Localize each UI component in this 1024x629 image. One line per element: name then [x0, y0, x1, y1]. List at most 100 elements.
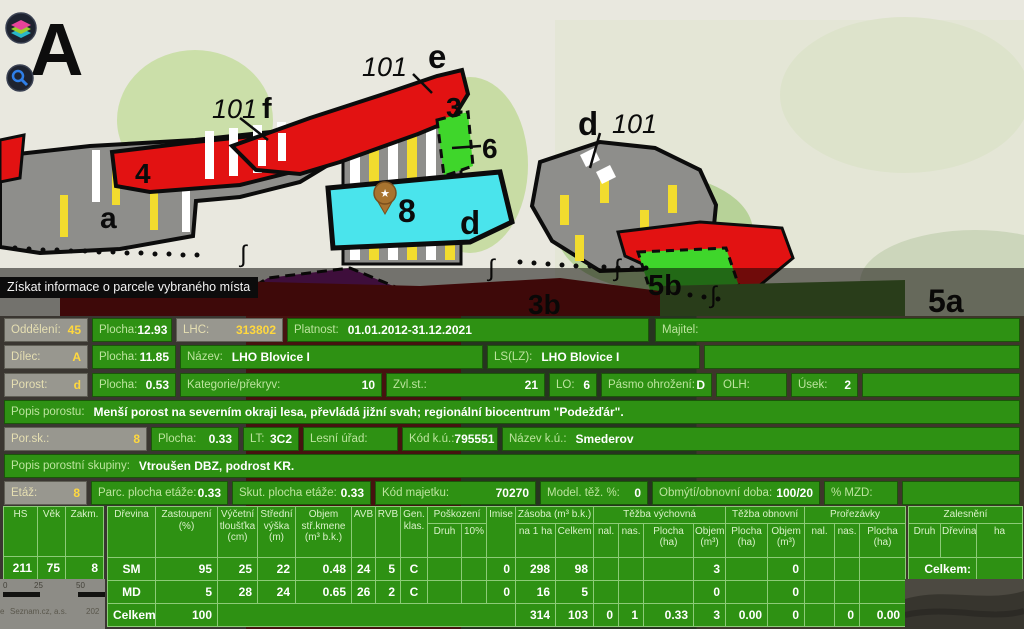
- cell: [594, 557, 619, 580]
- cell: MD: [108, 580, 156, 603]
- header-plocha-ha: Plocha (ha): [644, 523, 694, 557]
- cell: 0: [768, 603, 805, 626]
- cell: [644, 580, 694, 603]
- field-popis-porostu: Popis porostu:Menší porost na severním o…: [4, 400, 1020, 424]
- attribution-year: 202: [86, 607, 99, 616]
- cell: 0.00: [726, 603, 768, 626]
- field-value: 100/20: [776, 486, 813, 500]
- field-value: 3C2: [270, 432, 292, 446]
- header-plocha-ha: Plocha (ha): [860, 523, 906, 557]
- header-nas: nas.: [835, 523, 860, 557]
- field-pasmo: Pásmo ohrožení:D: [601, 373, 712, 397]
- field-platnost: Platnost:01.01.2012-31.12.2021: [287, 318, 649, 342]
- field-porsk: Por.sk.:8: [4, 427, 147, 451]
- scale-tick: 25: [34, 581, 43, 590]
- cell: [462, 557, 487, 580]
- field-label: Obmýtí/obnovní doba:: [659, 487, 772, 499]
- header-druh: Druh: [909, 523, 941, 557]
- field-parc-plocha: Parc. plocha etáže:0.33: [91, 481, 228, 505]
- search-button[interactable]: [6, 64, 36, 94]
- field-etaz: Etáž:8: [4, 481, 87, 505]
- header-zasoba: Zásoba (m³ b.k.): [516, 507, 594, 524]
- field-value: 0: [634, 486, 641, 500]
- field-olh: OLH:: [716, 373, 787, 397]
- map-bottom-right: [905, 579, 1024, 629]
- hs-table: HS Věk Zakm. 211 75 8: [3, 506, 104, 580]
- field-label: Plocha:: [99, 351, 137, 363]
- field-mzd: % MZD:: [824, 481, 898, 505]
- field-porost: Porost:d: [4, 373, 88, 397]
- scale-bar-segment: [78, 592, 105, 597]
- field-kategorie: Kategorie/překryv:10: [180, 373, 382, 397]
- header-drevina: Dřevina: [108, 507, 156, 558]
- cell: [462, 580, 487, 603]
- header-drevina: Dřevina: [941, 523, 977, 557]
- field-label: Plocha:: [99, 379, 137, 391]
- header-plocha-ha: Plocha (ha): [726, 523, 768, 557]
- field-value: 70270: [496, 486, 529, 500]
- header-celkem: Celkem: [556, 523, 594, 557]
- cell: [428, 557, 462, 580]
- field-value: Smederov: [576, 432, 634, 446]
- cell: 100: [156, 603, 218, 626]
- layers-button[interactable]: [4, 11, 40, 47]
- field-dilec: Dílec:A: [4, 345, 88, 369]
- cell: 2: [376, 580, 401, 603]
- cell: [835, 557, 860, 580]
- scale-bar-segment: [3, 592, 40, 597]
- cell: [805, 580, 835, 603]
- field-empty: [862, 373, 1020, 397]
- header-na1ha: na 1 ha: [516, 523, 556, 557]
- map-label-d101-letter: d: [578, 105, 598, 142]
- header-zakm: Zakm.: [66, 507, 104, 557]
- cell: 3: [694, 603, 726, 626]
- field-label: Oddělení:: [11, 324, 61, 336]
- field-label: Kód majetku:: [382, 487, 449, 499]
- field-label: % MZD:: [831, 487, 873, 499]
- cell: 298: [516, 557, 556, 580]
- header-stredni: Střední výška (m): [258, 507, 296, 558]
- stand-table: Dřevina Zastoupení (%) Výčetní tloušťka …: [107, 506, 906, 627]
- cell: 0: [768, 557, 805, 580]
- cell: 0.00: [860, 603, 906, 626]
- header-nal: nal.: [594, 523, 619, 557]
- field-label: LT:: [250, 433, 265, 445]
- field-value: 6: [583, 378, 590, 392]
- cell: SM: [108, 557, 156, 580]
- cell: C: [401, 580, 428, 603]
- header-vek: Věk: [38, 507, 66, 557]
- cell: [805, 603, 835, 626]
- field-plocha-porost: Plocha:0.53: [92, 373, 176, 397]
- header-tezba-obnovni: Těžba obnovní: [726, 507, 805, 524]
- field-skut-plocha: Skut. plocha etáže:0.33: [232, 481, 371, 505]
- cell: [860, 557, 906, 580]
- field-oddeleni: Oddělení:45: [4, 318, 88, 342]
- scale-tick: 50: [76, 581, 85, 590]
- header-nas: nas.: [619, 523, 644, 557]
- header-vycetni: Výčetní tloušťka (cm): [218, 507, 258, 558]
- cell: 0.48: [296, 557, 352, 580]
- attribution-fragment: e: [0, 607, 4, 616]
- cell: 0: [487, 580, 516, 603]
- cell: 0: [694, 580, 726, 603]
- field-value: 11.85: [140, 350, 169, 364]
- row-sm: SM 95 25 22 0.48 24 5 C 0 298 98 3 0: [108, 557, 906, 580]
- cell: [619, 557, 644, 580]
- field-value: 313802: [236, 323, 276, 337]
- header-row-groups: Dřevina Zastoupení (%) Výčetní tloušťka …: [108, 507, 906, 524]
- map-label-101f-num: 101: [212, 94, 257, 124]
- cell: 1: [619, 603, 644, 626]
- field-value: 12.93: [137, 323, 167, 337]
- field-lslz: LS(LZ):LHO Blovice I: [487, 345, 700, 369]
- field-value: 795551: [454, 432, 494, 446]
- field-plocha-oddeleni: Plocha:12.93: [92, 318, 172, 342]
- field-label: Zvl.st.:: [393, 379, 427, 391]
- field-label: Parc. plocha etáže:: [98, 487, 196, 499]
- field-value: D: [696, 378, 705, 392]
- field-label: Popis porostní skupiny:: [11, 460, 130, 472]
- cell: [805, 557, 835, 580]
- cell: 314: [516, 603, 556, 626]
- field-lt: LT: 3C2: [243, 427, 299, 451]
- map-label-101f-letter: f: [262, 93, 272, 125]
- field-lhc: LHC:313802: [176, 318, 283, 342]
